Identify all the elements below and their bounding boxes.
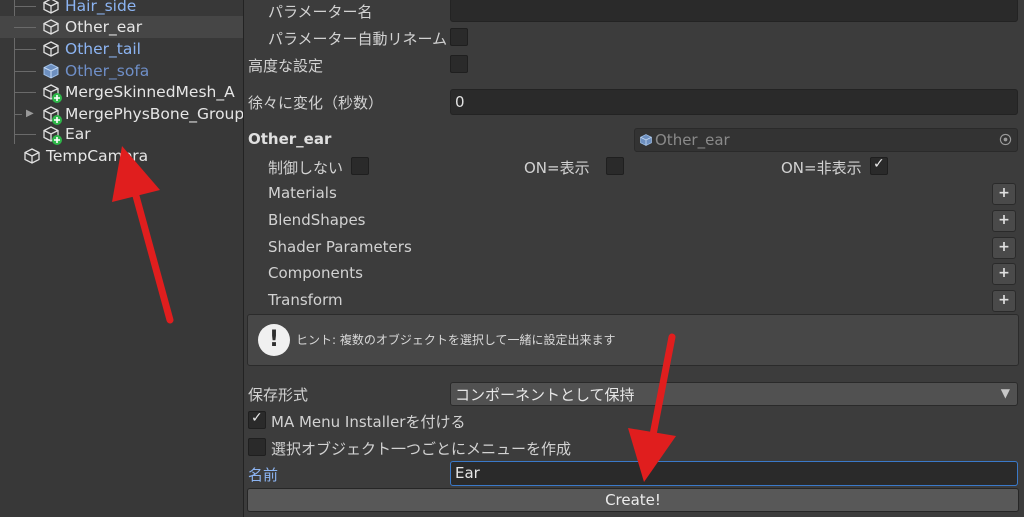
hierarchy-item-label: MergeSkinnedMesh_A xyxy=(65,83,235,101)
hierarchy-item-other-ear[interactable]: Other_ear xyxy=(0,16,243,38)
on-show-label: ON=表示 xyxy=(524,159,590,177)
prefab-icon xyxy=(43,63,59,79)
blendshapes-section-label[interactable]: BlendShapes xyxy=(268,211,366,229)
add-shader-parameters-button[interactable]: + xyxy=(992,237,1016,259)
tree-connector xyxy=(14,49,36,50)
add-materials-button[interactable]: + xyxy=(992,183,1016,205)
tree-connector xyxy=(14,27,36,28)
advanced-settings-checkbox[interactable] xyxy=(450,55,468,73)
name-label: 名前 xyxy=(248,466,279,484)
create-button[interactable]: Create! xyxy=(247,488,1019,512)
on-hide-label: ON=非表示 xyxy=(781,159,862,177)
hierarchy-item-label: Other_sofa xyxy=(65,62,150,80)
add-blendshapes-button[interactable]: + xyxy=(992,210,1016,232)
gameobject-icon xyxy=(43,41,59,57)
param-name-field[interactable] xyxy=(450,0,1018,22)
no-control-checkbox[interactable] xyxy=(351,157,369,175)
fold-arrow-icon[interactable]: ▶ xyxy=(26,103,34,125)
add-components-button[interactable]: + xyxy=(992,263,1016,285)
shader-parameters-section-label[interactable]: Shader Parameters xyxy=(268,238,412,256)
chevron-down-icon: ▼ xyxy=(1000,386,1010,400)
on-hide-checkbox[interactable] xyxy=(870,156,888,175)
object-picker-icon[interactable] xyxy=(999,133,1012,146)
object-reference-value: Other_ear xyxy=(655,131,730,149)
hierarchy-item-other-tail[interactable]: Other_tail xyxy=(0,38,243,60)
hierarchy-panel: Hair_side Other_ear Other_tail Other_sof… xyxy=(0,0,243,517)
tree-connector xyxy=(14,114,22,115)
save-format-value: コンポーネントとして保持 xyxy=(455,386,635,404)
gameobject-added-icon xyxy=(43,106,62,125)
gameobject-added-icon xyxy=(43,84,62,103)
per-object-menu-checkbox[interactable] xyxy=(248,438,266,456)
per-object-menu-label: 選択オブジェクト一つごとにメニューを作成 xyxy=(271,440,572,458)
hierarchy-item-hair-side[interactable]: Hair_side xyxy=(0,0,243,17)
gameobject-added-icon xyxy=(43,126,62,145)
hierarchy-item-other-sofa[interactable]: Other_sofa xyxy=(0,60,243,82)
transform-section-label[interactable]: Transform xyxy=(268,291,343,309)
object-name-label: Other_ear xyxy=(248,130,332,148)
add-transform-button[interactable]: + xyxy=(992,290,1016,312)
hierarchy-item-merge-skinned-mesh[interactable]: MergeSkinnedMesh_A xyxy=(0,81,243,103)
info-exclamation-icon: ! xyxy=(258,324,290,356)
save-format-dropdown[interactable]: コンポーネントとして保持 ▼ xyxy=(450,382,1018,406)
materials-section-label[interactable]: Materials xyxy=(268,184,337,202)
hierarchy-item-temp-camera[interactable]: TempCamera xyxy=(0,145,243,167)
gradual-change-label: 徐々に変化（秒数） xyxy=(248,94,384,112)
name-input-value: Ear xyxy=(455,464,480,482)
gameobject-icon xyxy=(43,0,59,14)
hierarchy-item-merge-physbone-group[interactable]: ▶ MergePhysBone_Group xyxy=(0,103,243,125)
param-name-label: パラメーター名 xyxy=(268,3,373,21)
prefab-icon xyxy=(640,134,652,146)
save-format-label: 保存形式 xyxy=(248,386,309,404)
hierarchy-item-label: MergePhysBone_Group xyxy=(65,105,243,123)
gameobject-icon xyxy=(24,148,40,164)
gradual-change-field[interactable]: 0 xyxy=(450,89,1018,115)
components-section-label[interactable]: Components xyxy=(268,264,363,282)
tree-connector xyxy=(14,71,36,72)
ma-installer-label: MA Menu Installerを付ける xyxy=(271,413,466,431)
hierarchy-item-label: Other_tail xyxy=(65,40,141,58)
name-input[interactable]: Ear xyxy=(450,461,1018,486)
tree-connector xyxy=(14,92,36,93)
hint-box: ! ヒント: 複数のオブジェクトを選択して一緒に設定出来ます xyxy=(247,314,1019,366)
tree-connector xyxy=(14,134,36,135)
hierarchy-item-label: Other_ear xyxy=(65,18,143,36)
no-control-label: 制御しない xyxy=(268,159,344,177)
ma-installer-checkbox[interactable] xyxy=(248,410,266,429)
tree-connector xyxy=(14,6,36,7)
hierarchy-item-label: Ear xyxy=(65,125,91,143)
param-auto-rename-checkbox[interactable] xyxy=(450,28,468,46)
advanced-settings-label: 高度な設定 xyxy=(248,57,324,75)
gradual-change-value: 0 xyxy=(455,93,465,111)
hint-text: ヒント: 複数のオブジェクトを選択して一緒に設定出来ます xyxy=(296,333,616,347)
hierarchy-item-label: Hair_side xyxy=(65,0,137,15)
on-show-checkbox[interactable] xyxy=(606,157,624,175)
gameobject-icon xyxy=(43,19,59,35)
hierarchy-item-ear[interactable]: Ear xyxy=(0,123,243,145)
param-auto-rename-label: パラメーター自動リネーム xyxy=(268,30,448,48)
object-reference-field[interactable]: Other_ear xyxy=(634,128,1018,152)
hierarchy-item-label: TempCamera xyxy=(46,147,149,165)
